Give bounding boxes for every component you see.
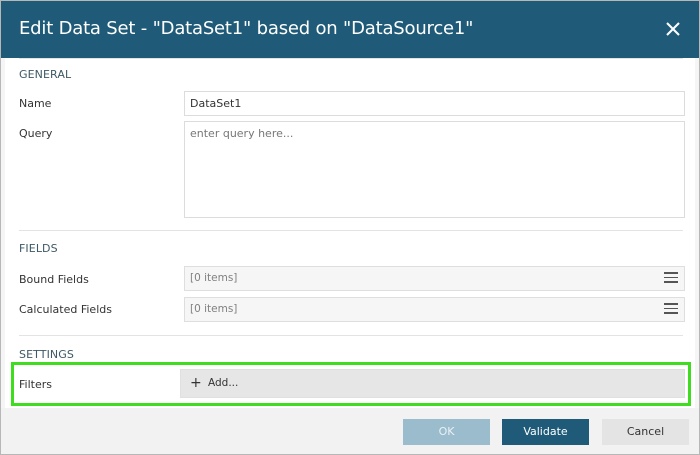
bound-fields-value: [0 items] (190, 272, 238, 284)
bound-fields-field[interactable]: [0 items] (184, 266, 685, 291)
query-label: Query (19, 127, 53, 140)
divider (19, 58, 683, 59)
dialog-footer: OK Validate Cancel (1, 408, 699, 454)
divider (19, 335, 683, 336)
dialog-title: Edit Data Set - "DataSet1" based on "Dat… (19, 18, 474, 39)
close-icon (666, 22, 680, 36)
divider (19, 230, 683, 231)
calculated-fields-label: Calculated Fields (19, 303, 112, 316)
bound-fields-label: Bound Fields (19, 273, 89, 286)
section-general-title: GENERAL (19, 68, 72, 81)
edit-dataset-dialog: Edit Data Set - "DataSet1" based on "Dat… (0, 0, 700, 455)
section-fields-title: FIELDS (19, 242, 58, 255)
add-filter-button[interactable]: + Add... (180, 369, 685, 398)
dialog-body: GENERAL Name Query enter query here... F… (5, 58, 695, 408)
dialog-titlebar: Edit Data Set - "DataSet1" based on "Dat… (1, 1, 699, 58)
cancel-button[interactable]: Cancel (602, 419, 689, 445)
calculated-fields-value: [0 items] (190, 303, 238, 315)
calculated-fields-menu-icon[interactable] (664, 303, 678, 316)
add-filter-label: Add... (208, 377, 239, 389)
validate-button[interactable]: Validate (502, 419, 589, 445)
name-input[interactable] (184, 91, 685, 116)
filters-label: Filters (19, 378, 52, 391)
name-label: Name (19, 97, 52, 110)
calculated-fields-field[interactable]: [0 items] (184, 297, 685, 322)
query-placeholder: enter query here... (190, 127, 294, 140)
query-textarea[interactable]: enter query here... (184, 121, 685, 218)
bound-fields-menu-icon[interactable] (664, 272, 678, 285)
plus-icon: + (190, 375, 202, 391)
ok-button[interactable]: OK (403, 419, 490, 445)
section-settings-title: SETTINGS (19, 348, 74, 361)
close-button[interactable] (661, 17, 685, 41)
